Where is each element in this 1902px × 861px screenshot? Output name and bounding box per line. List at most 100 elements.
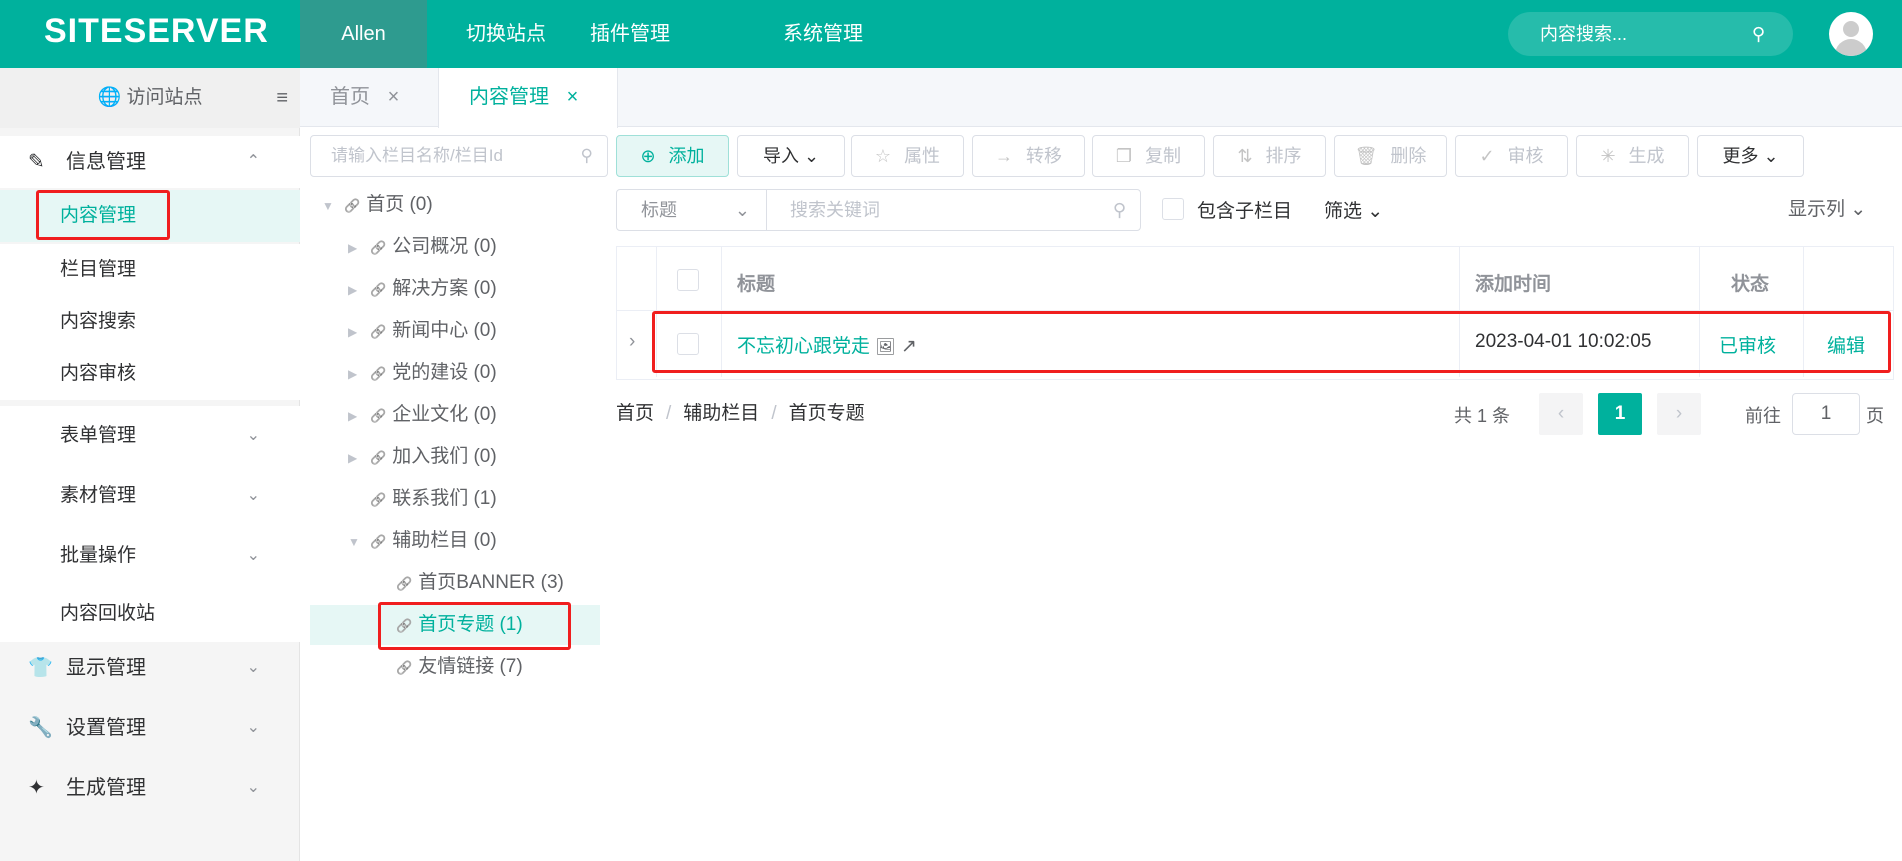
menu-generate[interactable]: ✦ 生成管理 ⌄ [0, 758, 300, 818]
channel-search-input[interactable]: 请输入栏目名称/栏目Id ⚲ [310, 135, 608, 177]
prev-page-button[interactable]: ‹ [1539, 393, 1583, 435]
search-icon[interactable]: ⚲ [1752, 12, 1765, 56]
link-icon: 🔗 [396, 576, 413, 591]
select-all-checkbox[interactable] [677, 269, 699, 291]
menu-materials[interactable]: 素材管理 ⌄ [0, 466, 300, 526]
nav-system[interactable]: 系统管理 [763, 0, 883, 68]
tab-home[interactable]: 首页 × [300, 68, 429, 127]
caret-icon[interactable]: ▶ [348, 312, 370, 352]
chevron-down-icon: ⌄ [798, 146, 820, 166]
include-children-label: 包含子栏目 [1197, 201, 1293, 222]
tab-content-management[interactable]: 内容管理 × [438, 68, 618, 128]
delete-button[interactable]: 🗑 删除 [1334, 135, 1447, 177]
copy-icon: ❐ [1115, 146, 1138, 166]
field-select[interactable]: 标题 ⌄ [617, 190, 767, 230]
plus-circle-icon: ⊕ [640, 146, 661, 166]
placeholder: 请输入栏目名称/栏目Id [331, 146, 503, 165]
tree-node[interactable]: 🔗 联系我们 (1) [310, 479, 600, 519]
tree-node[interactable]: ▶ 🔗 公司概况 (0) [310, 227, 600, 267]
highlight-box [652, 311, 1891, 373]
menu-display[interactable]: 👕 显示管理 ⌄ [0, 638, 300, 698]
menu-info-management[interactable]: ✎ 信息管理 ⌃ [0, 136, 300, 188]
close-icon[interactable]: × [388, 86, 400, 108]
include-children-checkbox[interactable] [1162, 198, 1184, 220]
total-count: 共 1 条 [1454, 406, 1511, 426]
menu-batch[interactable]: 批量操作 ⌄ [0, 526, 300, 586]
button-label: 生成 [1628, 146, 1665, 166]
tree-node[interactable]: ▶ 🔗 加入我们 (0) [310, 437, 600, 477]
breadcrumb: 首页 / 辅助栏目 / 首页专题 [616, 403, 865, 424]
button-label: 属性 [904, 146, 941, 166]
copy-button[interactable]: ❐ 复制 [1092, 135, 1205, 177]
tree-node-label: 首页 (0) [366, 194, 433, 215]
menu-label: 信息管理 [66, 151, 146, 173]
goto-page-input[interactable]: 1 [1792, 393, 1860, 435]
globe-icon: 🌐 [97, 87, 122, 108]
chevron-down-icon: ⌄ [1367, 201, 1384, 222]
tree-node[interactable]: 🔗 友情链接 (7) [310, 647, 600, 687]
content-search-input[interactable]: 内容搜索... ⚲ [1508, 12, 1793, 56]
sort-button[interactable]: ⇅ 排序 [1213, 135, 1326, 177]
breadcrumb-item: 首页专题 [788, 403, 865, 424]
sidebar: 🌐 访问站点 ≡ ✎ 信息管理 ⌃ 内容管理 栏目管理 内容搜索 内容审核 表单管理 ⌄… [0, 68, 300, 861]
tree-node[interactable]: ▶ 🔗 企业文化 (0) [310, 395, 600, 435]
tree-node-label: 企业文化 (0) [392, 404, 497, 425]
menu-channel-management[interactable]: 栏目管理 [0, 244, 300, 296]
link-icon: 🔗 [370, 366, 387, 381]
caret-icon[interactable]: ▶ [348, 396, 370, 436]
chevron-down-icon: ⌄ [1850, 199, 1867, 220]
menu-content-search[interactable]: 内容搜索 [0, 296, 300, 348]
menu-recycle-bin[interactable]: 内容回收站 [0, 586, 300, 642]
columns-label: 显示列 [1788, 199, 1846, 220]
menu-label: 显示管理 [66, 657, 146, 679]
menu-content-review[interactable]: 内容审核 [0, 348, 300, 400]
button-label: 审核 [1507, 146, 1544, 166]
caret-icon[interactable]: ▶ [348, 270, 370, 310]
caret-icon[interactable]: ▶ [348, 354, 370, 394]
add-button[interactable]: ⊕ 添加 [616, 135, 729, 177]
close-icon[interactable]: × [567, 86, 579, 108]
collapse-menu-icon[interactable]: ≡ [276, 68, 288, 128]
filter-label: 筛选 [1324, 201, 1363, 222]
caret-icon[interactable]: ▶ [348, 228, 370, 268]
caret-icon[interactable]: ▼ [322, 186, 344, 226]
link-icon: 🔗 [370, 240, 387, 255]
tree-node-label: 加入我们 (0) [392, 446, 497, 467]
keyword-input[interactable]: 搜索关键词 ⚲ [768, 190, 1140, 230]
nav-plugins[interactable]: 插件管理 [570, 0, 690, 68]
move-button[interactable]: → 转移 [972, 135, 1085, 177]
tree-node[interactable]: ▼ 🔗 首页 (0) [310, 185, 600, 225]
goto-label: 前往 [1745, 406, 1781, 426]
more-button[interactable]: 更多 ⌄ [1697, 135, 1804, 177]
tree-node[interactable]: ▶ 🔗 解决方案 (0) [310, 269, 600, 309]
nav-user[interactable]: Allen [300, 0, 427, 68]
link-icon: 🔗 [344, 198, 361, 213]
menu-settings[interactable]: 🔧 设置管理 ⌄ [0, 698, 300, 758]
trash-icon: 🗑 [1354, 146, 1383, 166]
next-page-button[interactable]: › [1657, 393, 1701, 435]
caret-icon[interactable]: ▼ [348, 522, 370, 562]
page-1-button[interactable]: 1 [1598, 393, 1642, 435]
tree-node[interactable]: ▶ 🔗 党的建设 (0) [310, 353, 600, 393]
page-suffix: 页 [1866, 406, 1884, 426]
tree-node[interactable]: ▼ 🔗 辅助栏目 (0) [310, 521, 600, 561]
menu-forms[interactable]: 表单管理 ⌄ [0, 406, 300, 466]
properties-button[interactable]: ☆ 属性 [851, 135, 964, 177]
tab-bar: 首页 × 内容管理 × [300, 68, 1902, 128]
review-button[interactable]: ✓ 审核 [1455, 135, 1568, 177]
columns-dropdown[interactable]: 显示列 ⌄ [1788, 194, 1866, 221]
nav-switch-site[interactable]: 切换站点 [446, 0, 566, 68]
visit-site-link[interactable]: 🌐 访问站点 ≡ [0, 68, 300, 128]
chevron-down-icon: ⌄ [1758, 146, 1779, 166]
expand-icon[interactable]: › [629, 331, 635, 353]
breadcrumb-item[interactable]: 辅助栏目 [683, 403, 759, 424]
import-button[interactable]: 导入 ⌄ [737, 135, 845, 177]
field-value: 标题 [641, 200, 677, 220]
tree-node[interactable]: ▶ 🔗 新闻中心 (0) [310, 311, 600, 351]
filter-dropdown[interactable]: 筛选 ⌄ [1324, 196, 1383, 223]
generate-button[interactable]: ✳ 生成 [1576, 135, 1689, 177]
caret-icon[interactable]: ▶ [348, 438, 370, 478]
avatar[interactable] [1829, 12, 1873, 56]
tree-node[interactable]: 🔗 首页BANNER (3) [310, 563, 600, 603]
breadcrumb-item[interactable]: 首页 [616, 403, 654, 424]
